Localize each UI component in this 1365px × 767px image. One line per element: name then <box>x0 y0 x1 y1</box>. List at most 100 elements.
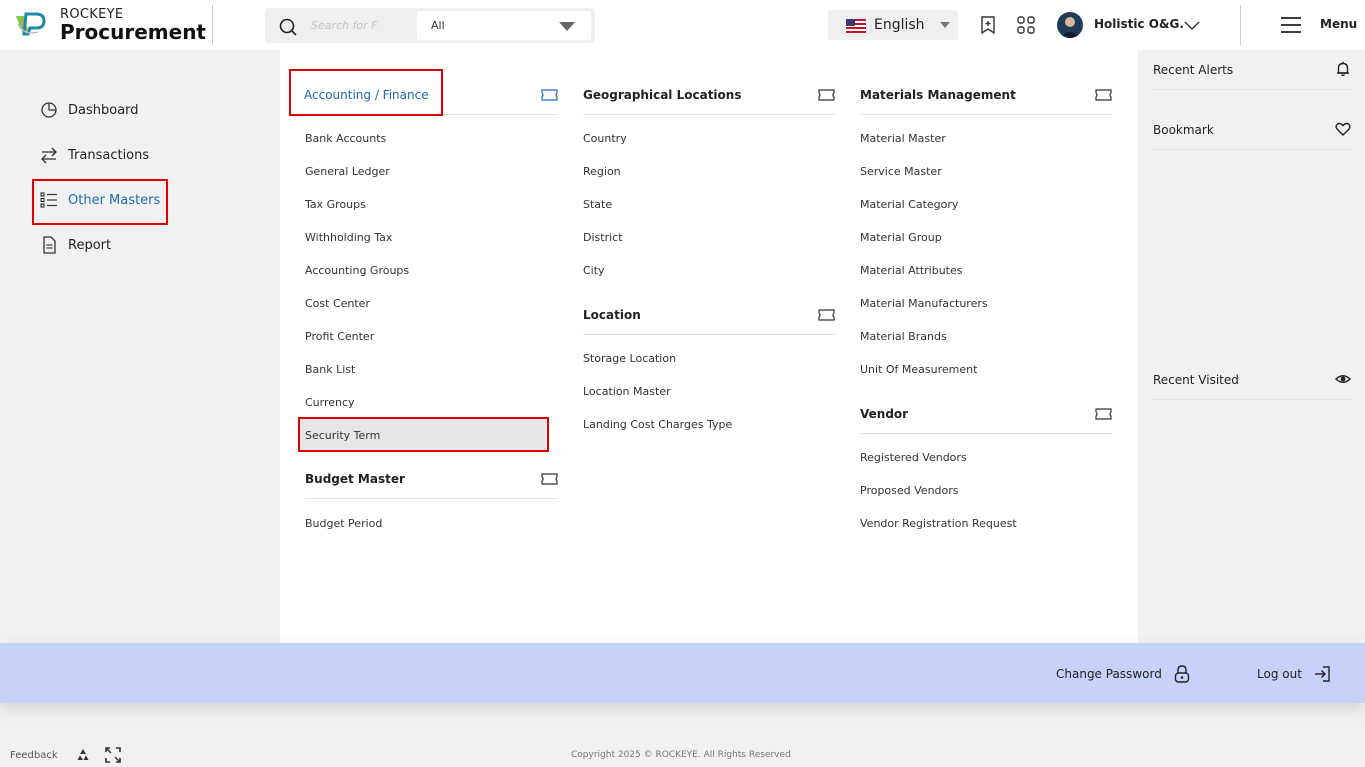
link-district[interactable]: District <box>583 231 623 244</box>
section-divider <box>1153 399 1351 400</box>
change-password-label: Change Password <box>1056 667 1162 681</box>
us-flag-icon <box>846 19 866 33</box>
link-registered-vendors[interactable]: Registered Vendors <box>860 451 967 464</box>
logout-button[interactable]: Log out <box>1257 664 1332 684</box>
link-unit-of-measurement[interactable]: Unit Of Measurement <box>860 363 977 376</box>
link-material-manufacturers[interactable]: Material Manufacturers <box>860 297 988 310</box>
feedback-link[interactable]: Feedback <box>10 750 58 761</box>
link-country[interactable]: Country <box>583 132 627 145</box>
pie-chart-icon <box>41 102 57 118</box>
top-header: ROCKEYE Procurement All English <box>0 0 1365 50</box>
link-profit-center[interactable]: Profit Center <box>305 330 374 343</box>
rockeye-logo-icon <box>16 12 46 36</box>
section-header-vendor[interactable]: Vendor <box>860 404 1112 424</box>
section-header-geo[interactable]: Geographical Locations <box>583 85 835 105</box>
copyright-text: Copyright 2025 © ROCKEYE. All Rights Res… <box>571 750 791 760</box>
brand-name-big: Procurement <box>60 20 206 44</box>
nav-report[interactable]: Report <box>40 230 111 260</box>
change-password-button[interactable]: Change Password <box>1056 664 1192 684</box>
nav-label: Dashboard <box>68 102 139 118</box>
mega-menu-panel <box>280 50 1138 643</box>
header-divider <box>212 5 213 45</box>
ticket-icon <box>1095 89 1112 101</box>
link-region[interactable]: Region <box>583 165 621 178</box>
heart-icon <box>1335 122 1351 136</box>
section-header-location[interactable]: Location <box>583 305 835 325</box>
recent-alerts-label: Recent Alerts <box>1153 63 1234 77</box>
nav-other-masters[interactable]: Other Masters <box>40 185 160 215</box>
search-scope-select[interactable]: All <box>417 11 591 40</box>
link-general-ledger[interactable]: General Ledger <box>305 165 390 178</box>
menu-label: Menu <box>1320 17 1358 31</box>
section-title: Materials Management <box>860 88 1016 102</box>
language-select[interactable]: English <box>828 10 958 40</box>
user-name[interactable]: Holistic O&G. <box>1094 17 1184 31</box>
section-divider <box>860 433 1112 434</box>
link-vendor-registration-request[interactable]: Vendor Registration Request <box>860 517 1017 530</box>
bookmark-add-icon[interactable] <box>978 15 998 35</box>
section-divider <box>1153 149 1351 150</box>
section-header-materials[interactable]: Materials Management <box>860 85 1112 105</box>
link-currency[interactable]: Currency <box>305 396 355 409</box>
dropdown-caret-icon <box>940 22 950 28</box>
link-proposed-vendors[interactable]: Proposed Vendors <box>860 484 959 497</box>
ticket-icon <box>818 309 835 321</box>
chevron-down-icon[interactable] <box>1184 18 1200 32</box>
ticket-icon <box>818 89 835 101</box>
recent-alerts-header[interactable]: Recent Alerts <box>1153 60 1351 80</box>
ticket-icon <box>541 473 558 485</box>
account-actions-bar: Change Password Log out <box>0 643 1365 703</box>
link-material-attributes[interactable]: Material Attributes <box>860 264 963 277</box>
section-divider <box>583 334 835 335</box>
nav-label: Transactions <box>68 147 150 163</box>
link-accounting-groups[interactable]: Accounting Groups <box>305 264 409 277</box>
link-budget-period[interactable]: Budget Period <box>305 517 382 530</box>
header-divider <box>1240 5 1241 45</box>
dropdown-caret-icon <box>559 22 575 31</box>
link-service-master[interactable]: Service Master <box>860 165 942 178</box>
link-state[interactable]: State <box>583 198 612 211</box>
link-material-group[interactable]: Material Group <box>860 231 942 244</box>
search-input[interactable] <box>311 16 381 34</box>
hamburger-icon <box>1281 17 1301 33</box>
swap-arrows-icon <box>41 147 57 164</box>
recent-visited-header[interactable]: Recent Visited <box>1153 370 1351 390</box>
link-bank-list[interactable]: Bank List <box>305 363 355 376</box>
link-withholding-tax[interactable]: Withholding Tax <box>305 231 392 244</box>
link-cost-center[interactable]: Cost Center <box>305 297 370 310</box>
menu-button[interactable]: Menu <box>1280 14 1360 36</box>
list-icon <box>40 192 57 208</box>
bell-icon <box>1337 61 1349 77</box>
apps-grid-icon[interactable] <box>1016 15 1036 35</box>
section-divider <box>304 114 558 115</box>
user-avatar[interactable] <box>1057 12 1083 38</box>
nav-transactions[interactable]: Transactions <box>40 140 149 170</box>
link-tax-groups[interactable]: Tax Groups <box>305 198 366 211</box>
search-icon[interactable] <box>279 18 297 36</box>
eye-icon <box>1335 375 1351 383</box>
section-divider <box>583 114 835 115</box>
bookmark-header[interactable]: Bookmark <box>1153 120 1351 140</box>
section-divider <box>1153 89 1351 90</box>
link-bank-accounts[interactable]: Bank Accounts <box>305 132 386 145</box>
section-header-budget[interactable]: Budget Master <box>305 469 558 489</box>
section-title: Geographical Locations <box>583 88 742 102</box>
link-material-category[interactable]: Material Category <box>860 198 958 211</box>
link-security-term[interactable]: Security Term <box>305 429 380 442</box>
section-header-accounting[interactable]: Accounting / Finance <box>304 85 558 105</box>
user-avatar-icon <box>1060 17 1080 38</box>
link-landing-cost-charges-type[interactable]: Landing Cost Charges Type <box>583 418 732 431</box>
link-material-master[interactable]: Material Master <box>860 132 946 145</box>
link-material-brands[interactable]: Material Brands <box>860 330 947 343</box>
search-bar: All <box>265 8 595 43</box>
search-scope-value: All <box>431 19 445 32</box>
bookmark-label: Bookmark <box>1153 123 1214 137</box>
language-label: English <box>874 17 925 33</box>
nav-dashboard[interactable]: Dashboard <box>40 95 139 125</box>
document-icon <box>43 236 56 254</box>
link-storage-location[interactable]: Storage Location <box>583 352 676 365</box>
expand-icon[interactable] <box>105 747 121 763</box>
link-location-master[interactable]: Location Master <box>583 385 671 398</box>
link-city[interactable]: City <box>583 264 605 277</box>
recycle-icon[interactable] <box>75 747 91 763</box>
